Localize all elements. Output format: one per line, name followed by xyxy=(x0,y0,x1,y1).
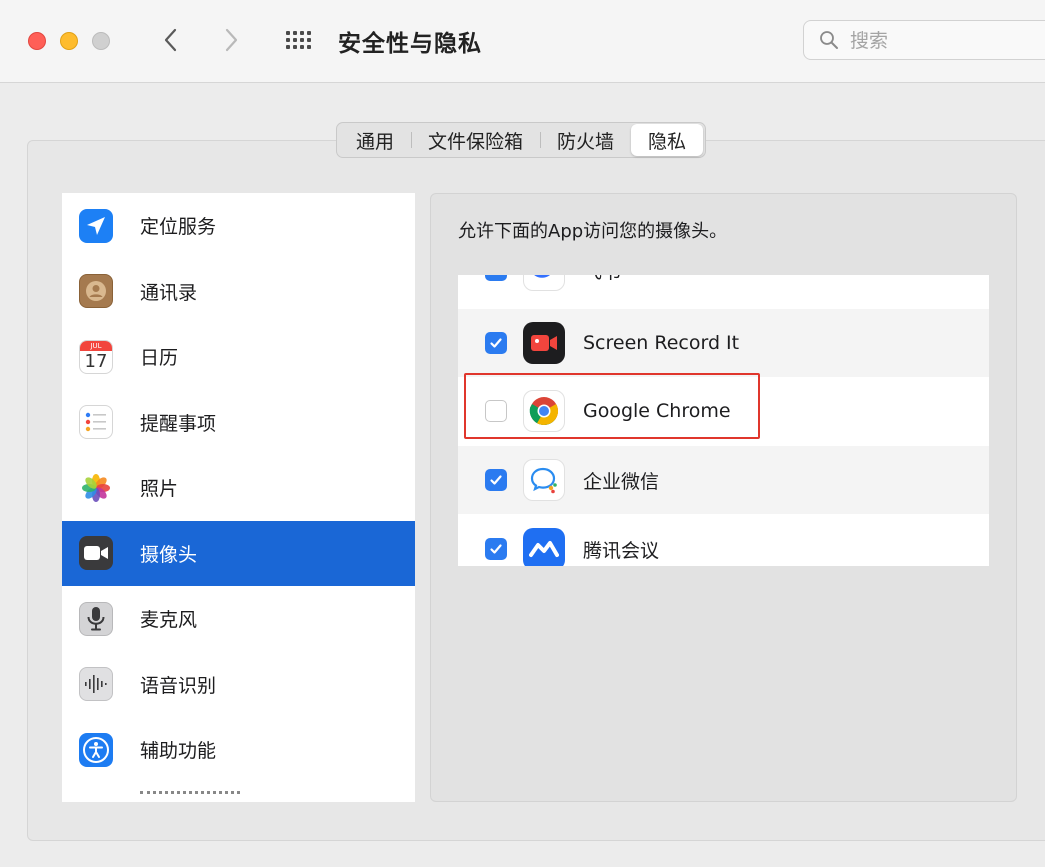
checkbox-screen-record-it[interactable] xyxy=(485,332,507,354)
app-row-wecom[interactable]: 企业微信 xyxy=(458,446,989,514)
microphone-icon xyxy=(79,601,113,636)
checkbox-feishu[interactable] xyxy=(485,275,507,281)
sidebar-item-photos[interactable]: 照片 xyxy=(62,455,415,521)
checkbox-tencent-meeting[interactable] xyxy=(485,538,507,560)
camera-icon xyxy=(79,536,113,571)
sidebar-item-camera[interactable]: 摄像头 xyxy=(62,520,415,586)
sidebar-item-label: 摄像头 xyxy=(140,543,198,566)
sidebar-item-calendar[interactable]: JUL 17 日历 xyxy=(62,324,415,390)
sidebar-item-label: 定位服务 xyxy=(140,216,217,239)
calendar-month: JUL xyxy=(80,340,112,351)
sidebar-item-speech-recognition[interactable]: 语音识别 xyxy=(62,652,415,718)
app-row-tencent-meeting[interactable]: 腾讯会议 xyxy=(458,515,989,566)
sidebar-item-microphone[interactable]: 麦克风 xyxy=(62,586,415,652)
sidebar-item-label: 辅助功能 xyxy=(140,740,217,763)
sidebar-item-contacts[interactable]: 通讯录 xyxy=(62,259,415,325)
tab-filevault[interactable]: 文件保险箱 xyxy=(411,124,540,156)
zoom-window-button[interactable] xyxy=(92,32,110,50)
chevron-right-icon xyxy=(225,28,238,52)
panel-description: 允许下面的App访问您的摄像头。 xyxy=(458,221,728,242)
search-field[interactable] xyxy=(803,20,1045,60)
app-row-screen-record-it[interactable]: Screen Record It xyxy=(458,309,989,377)
chevron-left-icon xyxy=(164,28,177,52)
app-row-feishu[interactable]: 飞书 xyxy=(458,275,989,304)
calendar-icon: JUL 17 xyxy=(79,339,113,374)
wecom-icon xyxy=(523,459,565,501)
minimize-window-button[interactable] xyxy=(60,32,78,50)
sidebar-item-partial xyxy=(62,783,415,803)
search-icon xyxy=(820,31,838,49)
checkbox-wecom[interactable] xyxy=(485,469,507,491)
sidebar-item-reminders[interactable]: 提醒事项 xyxy=(62,390,415,456)
close-window-button[interactable] xyxy=(28,32,46,50)
speech-recognition-icon xyxy=(79,667,113,702)
tab-firewall[interactable]: 防火墙 xyxy=(540,124,631,156)
app-label: 飞书 xyxy=(583,275,621,284)
calendar-day: 17 xyxy=(84,350,108,372)
reminders-icon xyxy=(79,405,113,440)
window-title: 安全性与隐私 xyxy=(338,31,482,57)
privacy-category-list[interactable]: 定位服务 通讯录 JUL 17 日历 提醒事项 照片 摄像头 麦克风 语音识别 … xyxy=(62,193,415,802)
contacts-icon xyxy=(79,274,113,309)
accessibility-icon xyxy=(79,732,113,767)
checkbox-google-chrome[interactable] xyxy=(485,400,507,422)
sidebar-item-label: 日历 xyxy=(140,347,179,370)
app-permission-list[interactable]: 飞书 Screen Record It xyxy=(458,275,989,566)
location-arrow-icon xyxy=(79,208,113,243)
sidebar-item-label: 通讯录 xyxy=(140,281,198,304)
app-label: 企业微信 xyxy=(583,470,660,493)
search-input[interactable] xyxy=(848,27,1032,55)
tab-general[interactable]: 通用 xyxy=(339,124,411,156)
sidebar-item-accessibility[interactable]: 辅助功能 xyxy=(62,717,415,783)
back-button[interactable] xyxy=(158,22,184,58)
tencent-meeting-icon xyxy=(523,528,565,566)
tab-privacy[interactable]: 隐私 xyxy=(631,124,704,156)
feishu-icon xyxy=(523,275,565,291)
screen-record-icon xyxy=(523,322,565,364)
app-label: Screen Record It xyxy=(583,332,740,354)
app-label: Google Chrome xyxy=(583,400,731,422)
sidebar-item-label: 麦克风 xyxy=(140,609,198,632)
window-toolbar: 安全性与隐私 xyxy=(0,0,1045,83)
sidebar-item-location-services[interactable]: 定位服务 xyxy=(62,193,415,259)
app-row-google-chrome[interactable]: Google Chrome xyxy=(458,377,989,445)
sidebar-item-label: 照片 xyxy=(140,478,179,501)
sidebar-item-label: 提醒事项 xyxy=(140,412,217,435)
chrome-icon xyxy=(523,390,565,432)
forward-button[interactable] xyxy=(218,22,244,58)
app-label: 腾讯会议 xyxy=(583,539,660,562)
photos-icon xyxy=(79,470,113,505)
show-all-grid-button[interactable] xyxy=(281,27,315,53)
sidebar-item-label: 语音识别 xyxy=(140,674,217,697)
tab-bar: 通用 文件保险箱 防火墙 隐私 xyxy=(336,122,707,158)
